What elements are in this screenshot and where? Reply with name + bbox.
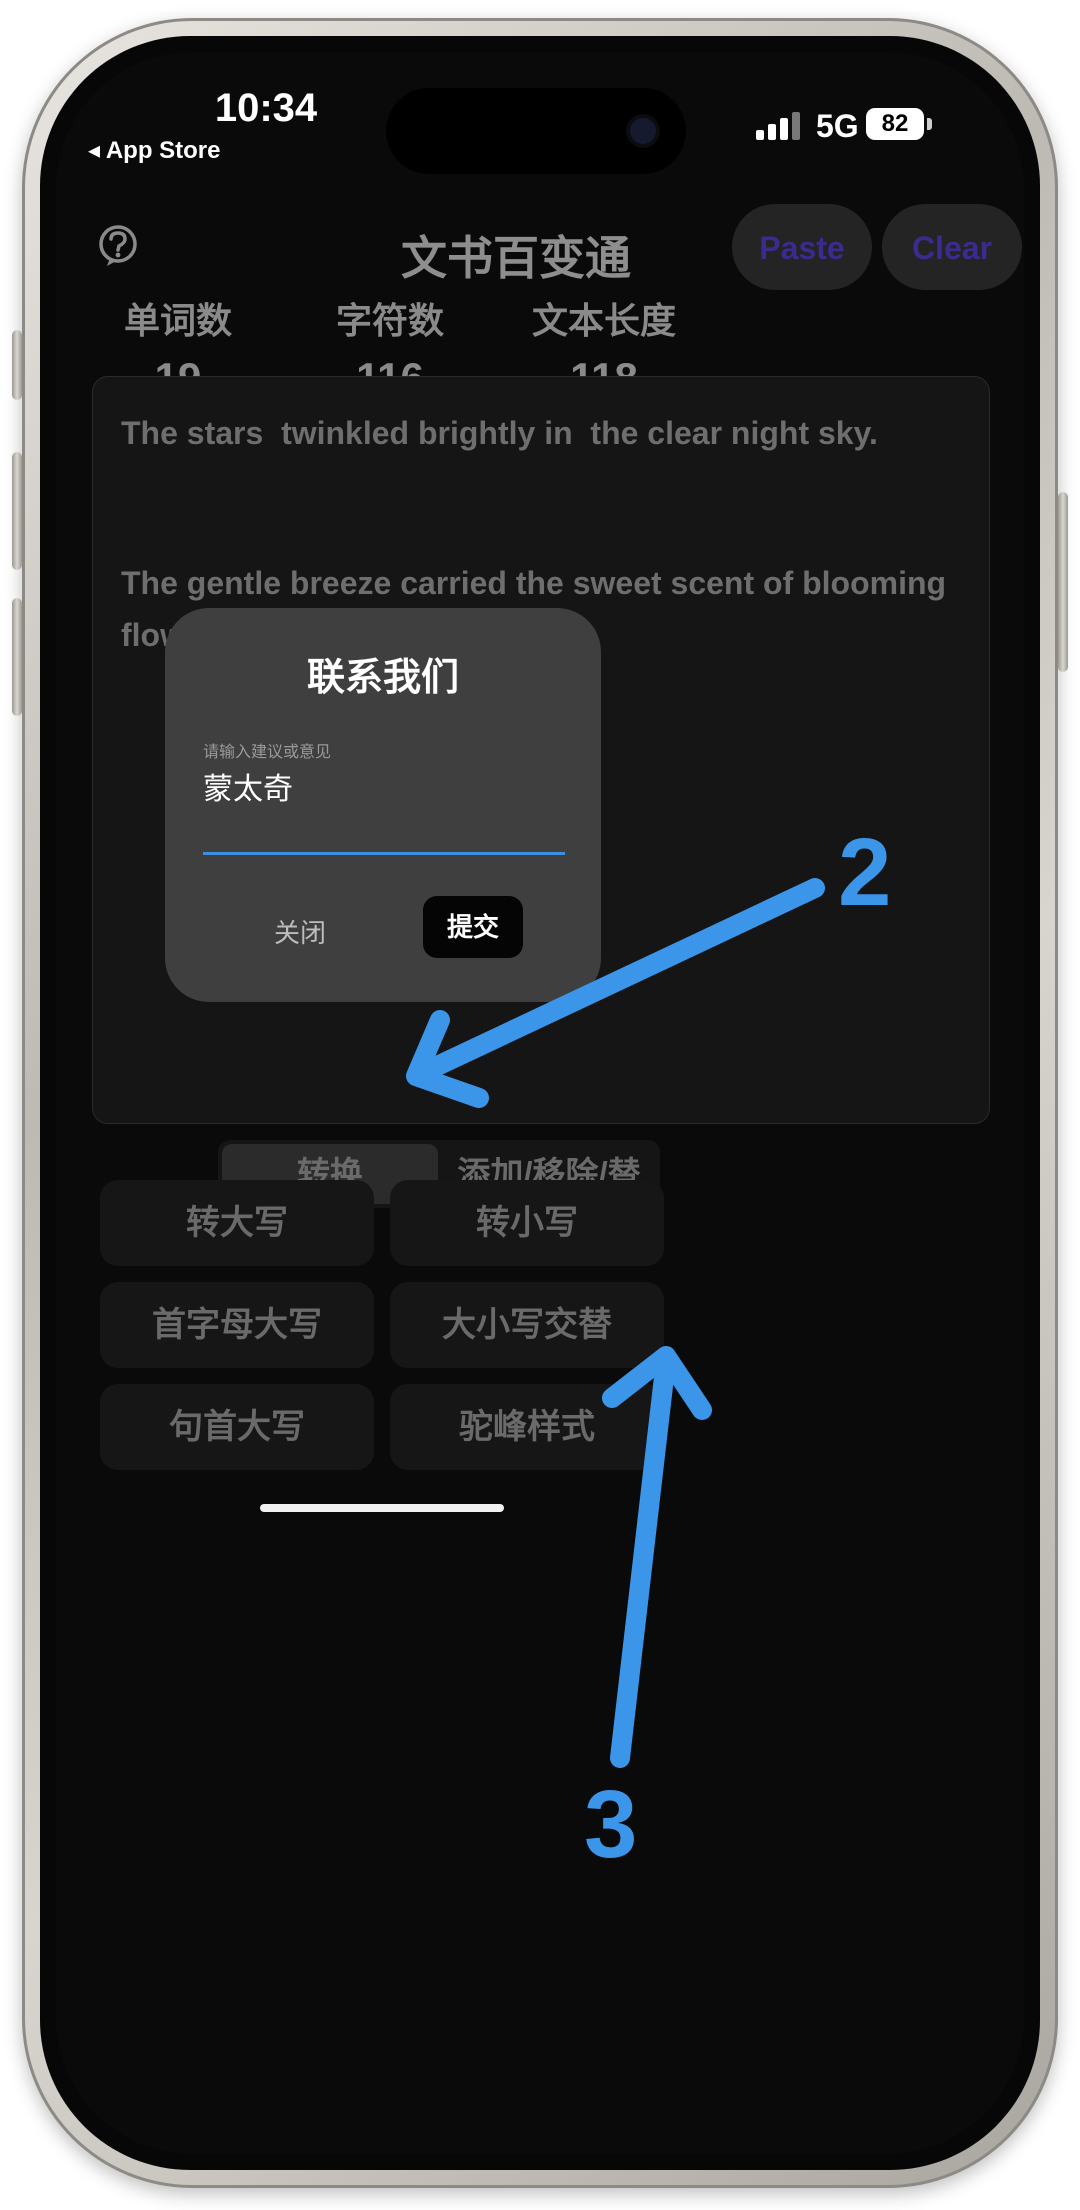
paste-button[interactable]: Paste xyxy=(732,204,872,290)
action-button xyxy=(12,330,22,400)
submit-button[interactable]: 提交 xyxy=(423,896,523,958)
clear-button[interactable]: Clear xyxy=(882,204,1022,290)
signal-icon xyxy=(756,110,806,140)
volume-down-button xyxy=(12,598,22,716)
question-circle-icon[interactable] xyxy=(96,224,140,268)
back-to-app-store[interactable]: ◂ App Store xyxy=(88,136,221,165)
dialog-title: 联系我们 xyxy=(306,657,459,699)
screen: 10:34 ◂ App Store 5G 82 文书百变通 Paste Clea… xyxy=(56,52,1024,2154)
stat-label: 文本长度 xyxy=(531,300,676,341)
battery-icon: 82 xyxy=(866,108,924,140)
status-time: 10:34 xyxy=(214,86,318,130)
alternate-case-button[interactable]: 大小写交替 xyxy=(390,1282,664,1368)
capitalize-button[interactable]: 首字母大写 xyxy=(100,1282,374,1368)
feedback-field-label: 请输入建议或意见 xyxy=(203,744,332,761)
input-underline xyxy=(203,852,565,855)
network-type: 5G xyxy=(816,108,859,144)
camel-case-button[interactable]: 驼峰样式 xyxy=(390,1384,664,1470)
camera-icon xyxy=(630,118,656,144)
uppercase-button[interactable]: 转大写 xyxy=(100,1180,374,1266)
battery-cap xyxy=(927,118,932,130)
lowercase-button[interactable]: 转小写 xyxy=(390,1180,664,1266)
volume-up-button xyxy=(12,452,22,570)
power-button xyxy=(1058,492,1068,672)
close-button[interactable]: 关闭 xyxy=(245,908,355,958)
step-3-label: 3 xyxy=(584,1771,638,1878)
feedback-input[interactable]: 蒙太奇 xyxy=(203,764,293,808)
contact-dialog: 联系我们 请输入建议或意见 蒙太奇 关闭 提交 xyxy=(165,608,601,1002)
home-indicator[interactable] xyxy=(260,1504,504,1512)
sentence-case-button[interactable]: 句首大写 xyxy=(100,1384,374,1470)
text-paragraph: The stars twinkled brightly in the clear… xyxy=(121,415,878,451)
dynamic-island xyxy=(386,88,686,174)
app-title: 文书百变通 xyxy=(401,232,631,284)
step-2-label: 2 xyxy=(838,819,892,926)
